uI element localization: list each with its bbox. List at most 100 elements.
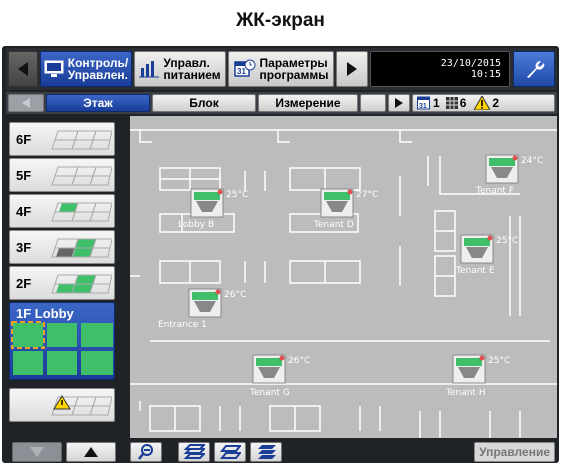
- svg-text:31: 31: [419, 103, 427, 110]
- ac-unit-icon: [190, 188, 224, 218]
- floor-label: 2F: [16, 276, 32, 291]
- floor-label: 1F Lobby: [16, 306, 74, 321]
- right-arrow-icon: [395, 98, 403, 108]
- ac-unit-tenant-d[interactable]: [320, 188, 354, 218]
- settings-button[interactable]: [513, 51, 555, 87]
- prev-tab-button[interactable]: [8, 51, 38, 87]
- ac-unit-lobby-b[interactable]: [190, 188, 224, 218]
- floor-label: 5F: [16, 168, 32, 183]
- ac-unit-tenant-g[interactable]: [252, 354, 286, 384]
- zoom-out-button[interactable]: [130, 442, 162, 462]
- screen-caption: ЖК-экран: [236, 10, 325, 31]
- ac-unit-icon: [460, 234, 494, 264]
- view-blank-tab[interactable]: [360, 94, 386, 112]
- floor-layer-icon: [219, 445, 241, 459]
- layer-solid-button[interactable]: [250, 442, 282, 462]
- ac-unit-icon: [252, 354, 286, 384]
- floor-list: 6F 5F 4F 3F 2F 1F Lobby: [6, 116, 116, 438]
- zone-label-tenant-h: Tenant H: [446, 388, 486, 398]
- floor-zone-map: [11, 321, 113, 375]
- layer-selected-button[interactable]: [214, 442, 246, 462]
- ac-unit-temp: 25°C: [226, 190, 249, 200]
- scroll-down-button[interactable]: [12, 442, 62, 462]
- floor-map-icon: [51, 130, 112, 150]
- floor-item-4f[interactable]: 4F: [9, 194, 115, 228]
- next-tab-button[interactable]: [336, 51, 368, 87]
- bottom-toolbar: Управление: [6, 440, 557, 463]
- control-button[interactable]: Управление: [474, 442, 555, 462]
- grid-count: 6: [459, 96, 467, 110]
- ac-unit-temp: 25°C: [488, 356, 511, 366]
- tab-monitoring[interactable]: Контроль/Управлен.: [40, 51, 132, 87]
- floor-map-icon: [51, 395, 112, 416]
- ac-unit-temp: 26°C: [288, 356, 311, 366]
- floor-map-icon: [51, 166, 112, 186]
- zoom-out-icon: [138, 444, 153, 460]
- svg-text:31: 31: [237, 67, 246, 76]
- zone-label-tenant-e: Tenant E: [456, 266, 495, 276]
- ac-unit-temp: 24°C: [521, 156, 544, 166]
- calendar-clock-icon: 31: [233, 59, 256, 79]
- date-text: 23/10/2015: [440, 58, 501, 69]
- ac-unit-icon: [320, 188, 354, 218]
- top-toolbar: Контроль/Управлен. Управл. питанием 31 Па…: [6, 48, 557, 90]
- floor-plan-view: Lobby B Tenant D Tenant F Tenant E Entra…: [130, 116, 557, 438]
- floor-label: 3F: [16, 240, 32, 255]
- zone-label-tenant-f: Tenant F: [476, 186, 514, 196]
- stacked-floors-icon: [183, 444, 205, 459]
- ac-unit-temp: 27°C: [356, 190, 379, 200]
- floor-map-icon: [51, 274, 112, 294]
- down-arrow-icon: [30, 447, 44, 457]
- tab-monitoring-line2: Управлен.: [67, 68, 128, 82]
- ac-unit-tenant-h[interactable]: [452, 354, 486, 384]
- monitor-icon: [44, 60, 64, 78]
- scroll-up-button[interactable]: [66, 442, 116, 462]
- tab-block[interactable]: Блок: [152, 94, 256, 112]
- view-next-button[interactable]: [388, 94, 410, 112]
- status-summary[interactable]: 31 1 6 2: [412, 94, 555, 112]
- ac-unit-icon: [188, 288, 222, 318]
- zone-label-entrance-1: Entrance 1: [158, 320, 207, 330]
- floor-item-1f-lobby[interactable]: 1F Lobby: [9, 302, 115, 380]
- schedule-icon: 31: [417, 96, 430, 110]
- zone-label-tenant-g: Tenant G: [250, 388, 290, 398]
- ac-unit-entrance-1[interactable]: [188, 288, 222, 318]
- left-arrow-icon: [18, 62, 28, 76]
- filled-layers-icon: [258, 445, 276, 459]
- warning-count: 2: [492, 96, 500, 110]
- floor-map-icon: [51, 202, 112, 222]
- floor-item-5f[interactable]: 5F: [9, 158, 115, 192]
- layer-all-button[interactable]: [178, 442, 210, 462]
- floor-label: 4F: [16, 204, 32, 219]
- tab-schedule-line2: программы: [259, 68, 329, 82]
- right-arrow-icon: [347, 62, 357, 76]
- ac-unit-tenant-f[interactable]: [485, 154, 519, 184]
- ac-unit-temp: 26°C: [224, 290, 247, 300]
- view-prev-button[interactable]: [8, 94, 44, 112]
- floor-item-2f[interactable]: 2F: [9, 266, 115, 300]
- ac-unit-tenant-e[interactable]: [460, 234, 494, 264]
- ac-unit-icon: [452, 354, 486, 384]
- tab-energy[interactable]: Управл. питанием: [134, 51, 226, 87]
- floor-item-basement[interactable]: [9, 388, 115, 422]
- floor-label: 6F: [16, 132, 32, 147]
- left-arrow-icon: [22, 98, 30, 108]
- tab-schedule[interactable]: 31 Параметры программы: [228, 51, 334, 87]
- floor-map-icon: [51, 238, 112, 258]
- zone-label-tenant-d: Tenant D: [314, 220, 354, 230]
- schedule-count: 1: [433, 96, 440, 110]
- tab-measurement[interactable]: Измерение: [258, 94, 358, 112]
- ac-unit-icon: [485, 154, 519, 184]
- bar-chart-icon: [139, 60, 160, 78]
- ac-unit-temp: 25°C: [496, 236, 519, 246]
- zone-label-lobby-b: Lobby B: [178, 220, 215, 230]
- floor-item-6f[interactable]: 6F: [9, 122, 115, 156]
- time-text: 10:15: [470, 69, 501, 80]
- tab-energy-line2: питанием: [163, 68, 221, 82]
- warning-icon: [474, 96, 491, 110]
- wrench-icon: [527, 60, 545, 78]
- view-tabs-bar: Этаж Блок Измерение 31 1 6 2: [6, 92, 557, 114]
- floor-item-3f[interactable]: 3F: [9, 230, 115, 264]
- tab-floor[interactable]: Этаж: [46, 94, 150, 112]
- datetime-display: 23/10/2015 10:15: [370, 51, 510, 87]
